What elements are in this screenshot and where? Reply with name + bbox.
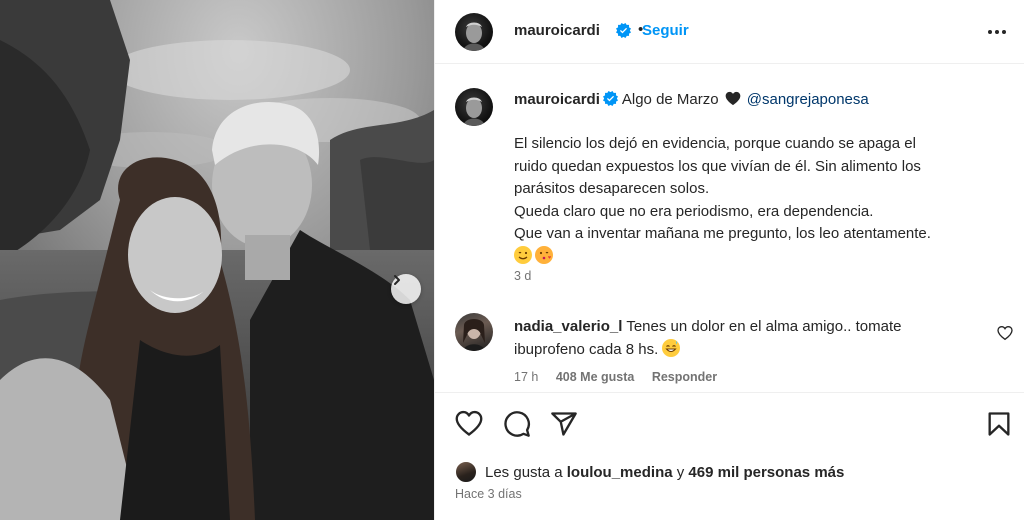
verified-badge-icon xyxy=(602,91,618,106)
comment-icon[interactable] xyxy=(503,410,531,438)
caption-mention-link[interactable]: @sangrejaponesa xyxy=(747,91,869,108)
caption-line: Que van a inventar mañana me pregunto, l… xyxy=(514,225,931,242)
liker-username[interactable]: loulou_medina xyxy=(567,464,673,481)
liker-avatar[interactable] xyxy=(455,461,477,483)
heart-icon[interactable] xyxy=(455,410,483,438)
caption-line: ruido quedan expuestos los que vivían de… xyxy=(514,157,921,175)
post-photo-illustration xyxy=(0,0,434,520)
follow-button[interactable]: Seguir xyxy=(642,22,689,39)
author-username[interactable]: mauroicardi xyxy=(514,22,600,39)
more-options-button[interactable] xyxy=(985,22,1009,42)
author-avatar[interactable] xyxy=(455,13,493,51)
caption-username[interactable]: mauroicardi xyxy=(514,91,600,108)
caption-line: parásitos desaparecen solos. xyxy=(514,180,710,197)
grinning-sweat-emoji-icon xyxy=(662,338,681,357)
avatar-portrait-icon xyxy=(463,22,485,51)
more-horizontal-icon-dot xyxy=(1002,30,1006,34)
post-header: mauroicardi • Seguir xyxy=(435,0,1024,64)
caption-line: Queda claro que no era periodismo, era d… xyxy=(514,202,874,220)
bookmark-icon[interactable] xyxy=(985,410,1013,438)
caption-title: Algo de Marzo xyxy=(621,91,719,108)
comment-timestamp[interactable]: 17 h xyxy=(514,370,538,384)
comment-text: nadia_valerio_l Tenes un dolor en el alm… xyxy=(514,316,974,361)
caption-timestamp[interactable]: 3 d xyxy=(514,269,531,283)
verified-badge-icon xyxy=(616,23,631,38)
avatar-portrait-icon xyxy=(463,97,485,126)
more-horizontal-icon-dot xyxy=(995,30,999,34)
comment-like-heart-icon[interactable] xyxy=(997,325,1013,341)
caption-emoji-line xyxy=(514,245,1014,269)
likes-prefix: Les gusta a xyxy=(485,464,563,481)
likes-connector: y xyxy=(676,464,685,481)
winking-face-emoji-icon xyxy=(514,245,532,264)
share-icon[interactable] xyxy=(550,410,578,438)
black-heart-icon xyxy=(725,91,741,106)
likes-text: Les gusta a loulou_medina y 469 mil pers… xyxy=(485,464,844,481)
caption-first-line: mauroicardi Algo de Marzo @sangrejapones… xyxy=(514,91,869,108)
post-date[interactable]: Hace 3 días xyxy=(455,487,522,501)
commenter-avatar[interactable] xyxy=(455,313,493,351)
caption-line: El silencio los dejó en evidencia, porqu… xyxy=(514,135,916,152)
post-panel: mauroicardi • Seguir mauroicardi Algo de xyxy=(434,0,1024,520)
face-blowing-kiss-emoji-icon xyxy=(535,245,553,264)
post-actions: Les gusta a loulou_medina y 469 mil pers… xyxy=(435,392,1024,520)
caption-body: El silencio los dejó en evidencia, porqu… xyxy=(514,133,1014,268)
chevron-right-icon xyxy=(394,275,400,285)
reply-button[interactable]: Responder xyxy=(652,370,717,384)
likes-others-link[interactable]: 469 mil personas más xyxy=(688,464,844,481)
caption-author-avatar[interactable] xyxy=(455,88,493,126)
comment-likes-count[interactable]: 408 Me gusta xyxy=(556,370,635,384)
next-photo-button[interactable] xyxy=(391,274,421,304)
post-photo[interactable] xyxy=(0,0,434,520)
more-horizontal-icon-dot xyxy=(988,30,992,34)
commenter-username[interactable]: nadia_valerio_l xyxy=(514,318,622,335)
avatar-portrait-icon xyxy=(463,319,485,351)
comment-meta: 17 h 408 Me gusta Responder xyxy=(514,370,731,384)
